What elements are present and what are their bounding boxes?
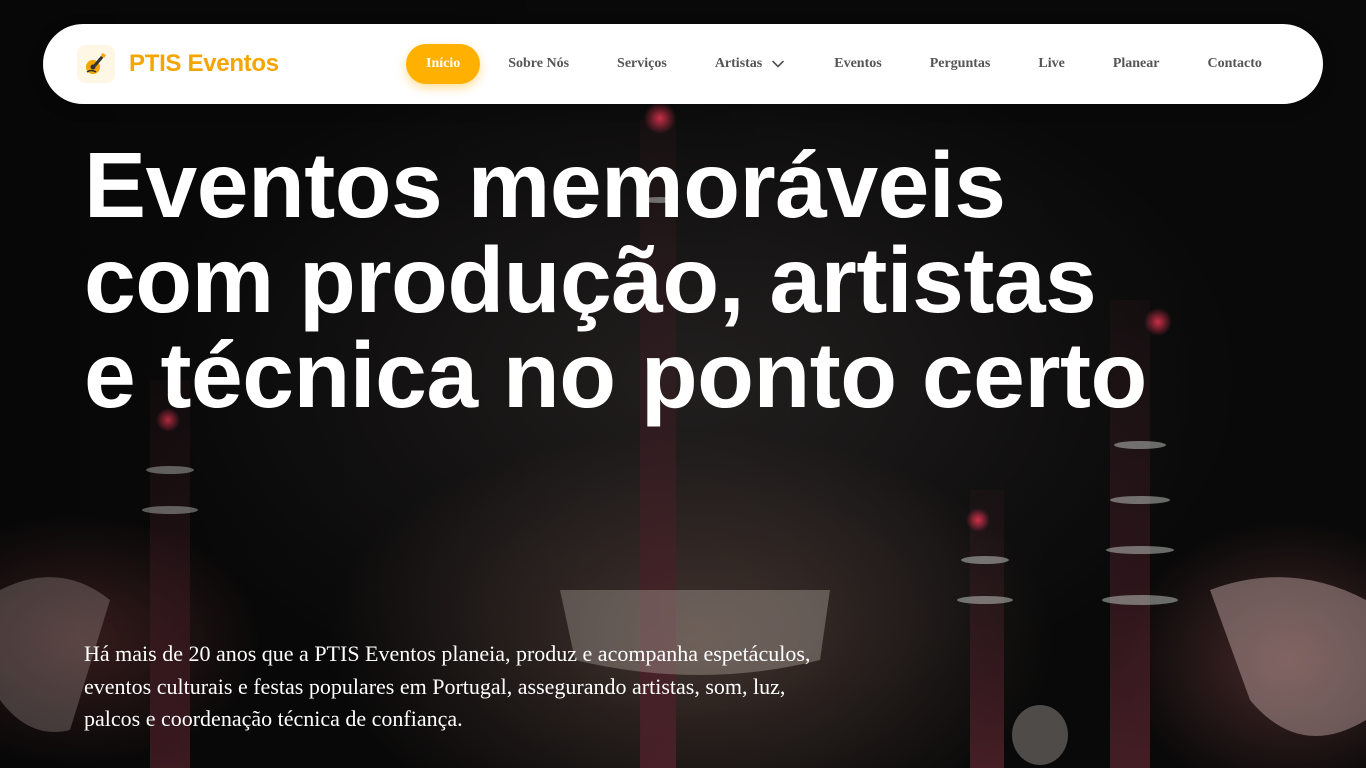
nav-item-contacto[interactable]: Contacto	[1187, 44, 1281, 84]
nav-item-label: Serviços	[617, 56, 667, 71]
nav-item-label: Live	[1038, 56, 1065, 71]
hero-description: Há mais de 20 anos que a PTIS Eventos pl…	[84, 641, 811, 731]
chevron-down-icon[interactable]	[772, 60, 785, 68]
guitar-logo-icon	[77, 45, 115, 83]
nav-item-label: Perguntas	[929, 56, 991, 71]
nav-item-label: Eventos	[834, 56, 882, 71]
nav-item-label: Artistas	[714, 56, 763, 71]
nav-item-eventos[interactable]: Eventos	[814, 44, 901, 84]
nav-item-inicio[interactable]: Início	[406, 44, 481, 84]
brand-home-link[interactable]: PTIS Eventos	[77, 45, 279, 83]
nav-item-artistas[interactable]: Artistas	[695, 44, 804, 84]
nav-item-sobre-nos[interactable]: Sobre Nós	[488, 44, 589, 84]
nav-item-live[interactable]: Live	[1018, 44, 1084, 84]
main-nav: Início Sobre Nós Serviços Artistas Event…	[406, 44, 1282, 84]
nav-item-label: Sobre Nós	[508, 56, 570, 71]
nav-item-label: Planear	[1112, 56, 1160, 71]
brand-name: PTIS Eventos	[129, 50, 279, 77]
nav-item-label: Início	[426, 56, 461, 71]
top-navbar: PTIS Eventos Início Sobre Nós Serviços A…	[43, 24, 1323, 104]
nav-item-label: Contacto	[1207, 56, 1262, 71]
nav-item-servicos[interactable]: Serviços	[597, 44, 687, 84]
nav-item-planear[interactable]: Planear	[1093, 44, 1180, 84]
hero-title: Eventos memoráveis com produção, artista…	[84, 133, 1147, 427]
nav-item-perguntas[interactable]: Perguntas	[910, 44, 1011, 84]
